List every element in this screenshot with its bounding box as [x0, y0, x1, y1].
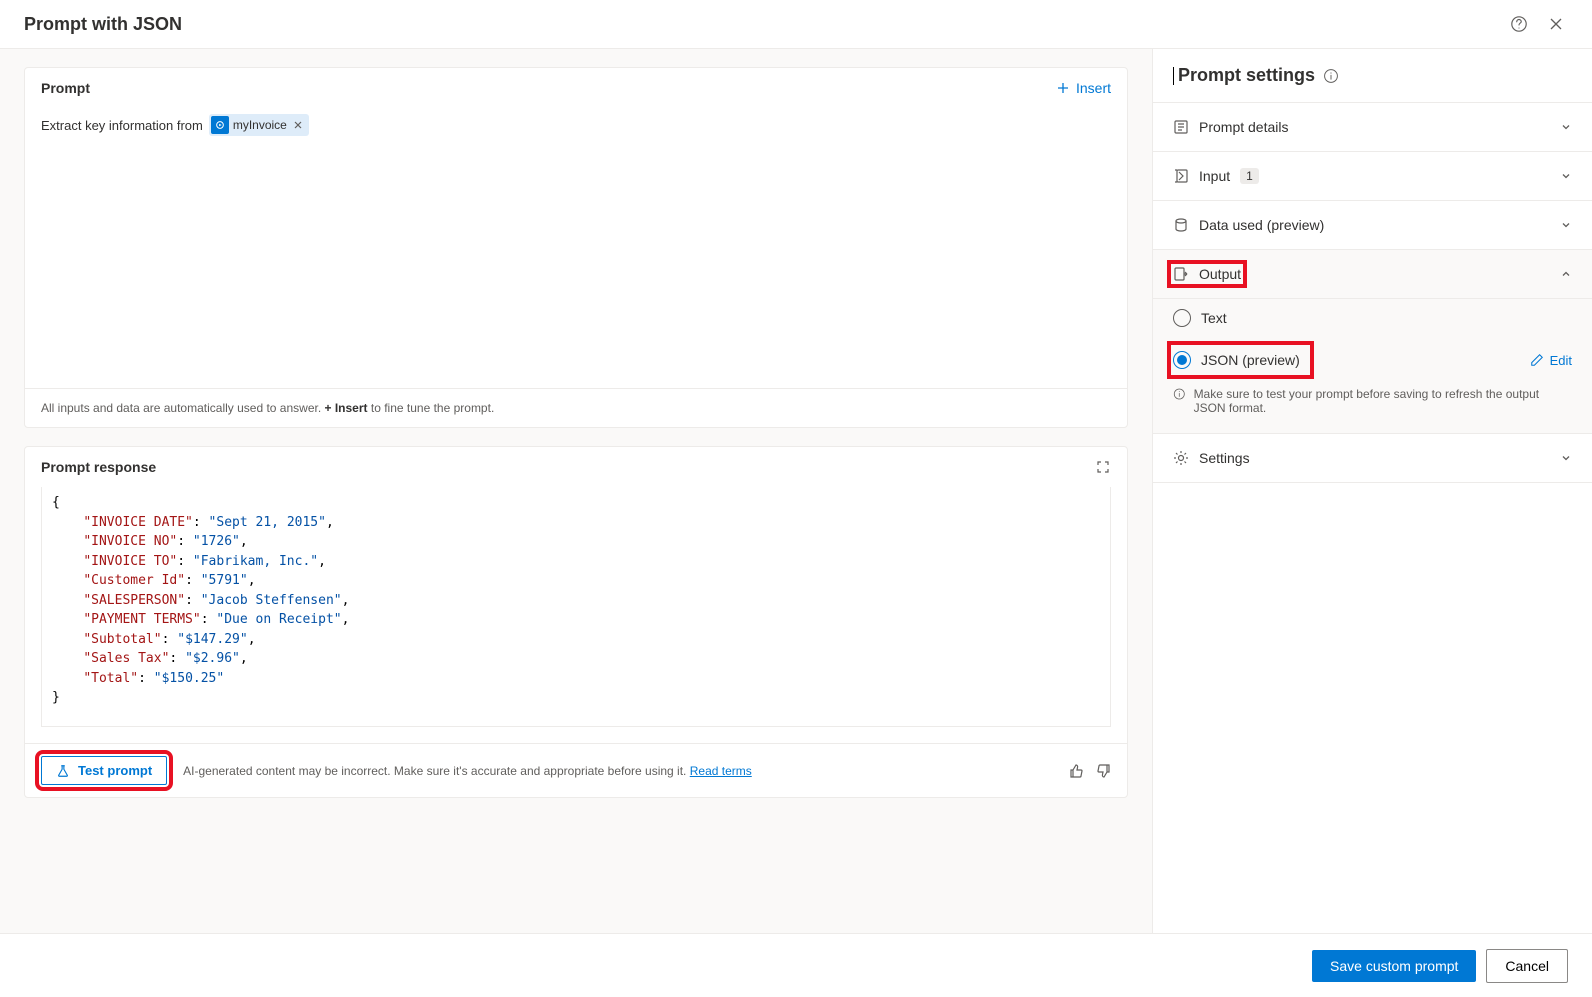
page-title: Prompt with JSON — [24, 14, 182, 35]
pencil-icon — [1530, 353, 1544, 367]
response-card-title: Prompt response — [41, 459, 156, 475]
output-option-json[interactable]: JSON (preview) Edit — [1153, 337, 1592, 383]
thumbs-up-icon[interactable] — [1069, 763, 1085, 779]
input-chip[interactable]: myInvoice — [209, 114, 309, 136]
prompt-editor[interactable]: Extract key information from myInvoice — [25, 108, 1127, 388]
prompt-hint: All inputs and data are automatically us… — [25, 388, 1127, 427]
settings-item-output[interactable]: Output — [1153, 250, 1592, 299]
cancel-button[interactable]: Cancel — [1486, 949, 1568, 983]
gear-icon — [1173, 450, 1189, 466]
chevron-down-icon — [1560, 219, 1572, 231]
input-count-badge: 1 — [1240, 168, 1259, 184]
help-icon[interactable] — [1506, 11, 1532, 37]
info-icon[interactable] — [1323, 68, 1339, 84]
radio-unselected[interactable] — [1173, 309, 1191, 327]
output-info: Make sure to test your prompt before sav… — [1153, 383, 1592, 427]
output-option-text[interactable]: Text — [1153, 299, 1592, 337]
expand-icon[interactable] — [1095, 459, 1111, 475]
output-icon — [1173, 266, 1189, 282]
settings-item-details[interactable]: Prompt details — [1153, 103, 1592, 152]
chevron-down-icon — [1560, 170, 1572, 182]
settings-panel-title: Prompt settings — [1153, 49, 1592, 103]
edit-button[interactable]: Edit — [1530, 353, 1572, 368]
database-icon — [1173, 217, 1189, 233]
test-prompt-button[interactable]: Test prompt — [41, 756, 167, 785]
settings-item-settings[interactable]: Settings — [1153, 434, 1592, 483]
insert-button[interactable]: Insert — [1056, 80, 1111, 96]
response-card: Prompt response { "INVOICE DATE": "Sept … — [24, 446, 1128, 798]
settings-item-data-used[interactable]: Data used (preview) — [1153, 201, 1592, 250]
disclaimer-text: AI-generated content may be incorrect. M… — [183, 764, 1053, 778]
chevron-up-icon — [1560, 268, 1572, 280]
read-terms-link[interactable]: Read terms — [690, 764, 752, 778]
info-icon — [1173, 387, 1186, 401]
settings-panel: Prompt settings Prompt details Input 1 D… — [1152, 49, 1592, 933]
chip-doc-icon — [211, 116, 229, 134]
page-header: Prompt with JSON — [0, 0, 1592, 49]
input-icon — [1173, 168, 1189, 184]
chevron-down-icon — [1560, 121, 1572, 133]
response-json-viewer: { "INVOICE DATE": "Sept 21, 2015", "INVO… — [41, 487, 1111, 727]
prompt-card: Prompt Insert Extract key information fr… — [24, 67, 1128, 428]
chevron-down-icon — [1560, 452, 1572, 464]
settings-item-input[interactable]: Input 1 — [1153, 152, 1592, 201]
thumbs-down-icon[interactable] — [1095, 763, 1111, 779]
close-icon[interactable] — [1544, 12, 1568, 36]
chip-remove-icon[interactable] — [293, 120, 303, 130]
details-icon — [1173, 119, 1189, 135]
radio-selected[interactable] — [1173, 351, 1191, 369]
page-footer: Save custom prompt Cancel — [0, 933, 1592, 997]
save-button[interactable]: Save custom prompt — [1312, 950, 1476, 982]
prompt-card-title: Prompt — [41, 80, 90, 96]
